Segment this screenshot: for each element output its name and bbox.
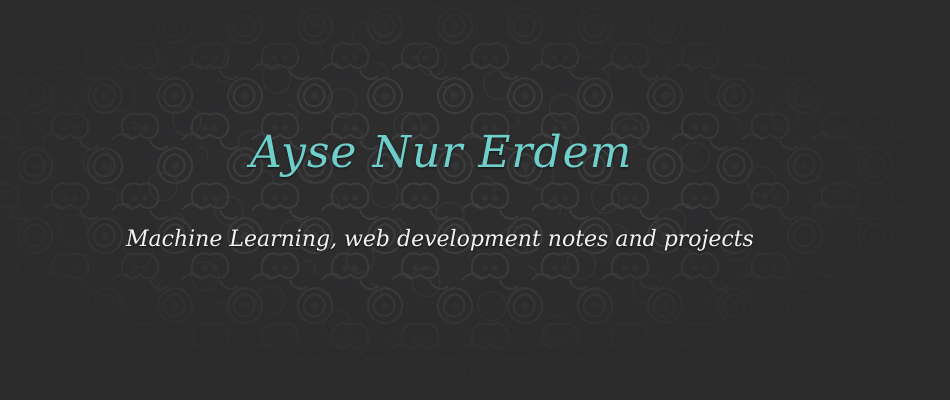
site-title: Ayse Nur Erdem <box>250 127 633 178</box>
floral-background-pattern <box>0 0 950 400</box>
header-banner: Ayse Nur Erdem Machine Learning, web dev… <box>0 0 950 400</box>
site-tagline: Machine Learning, web development notes … <box>126 227 754 252</box>
